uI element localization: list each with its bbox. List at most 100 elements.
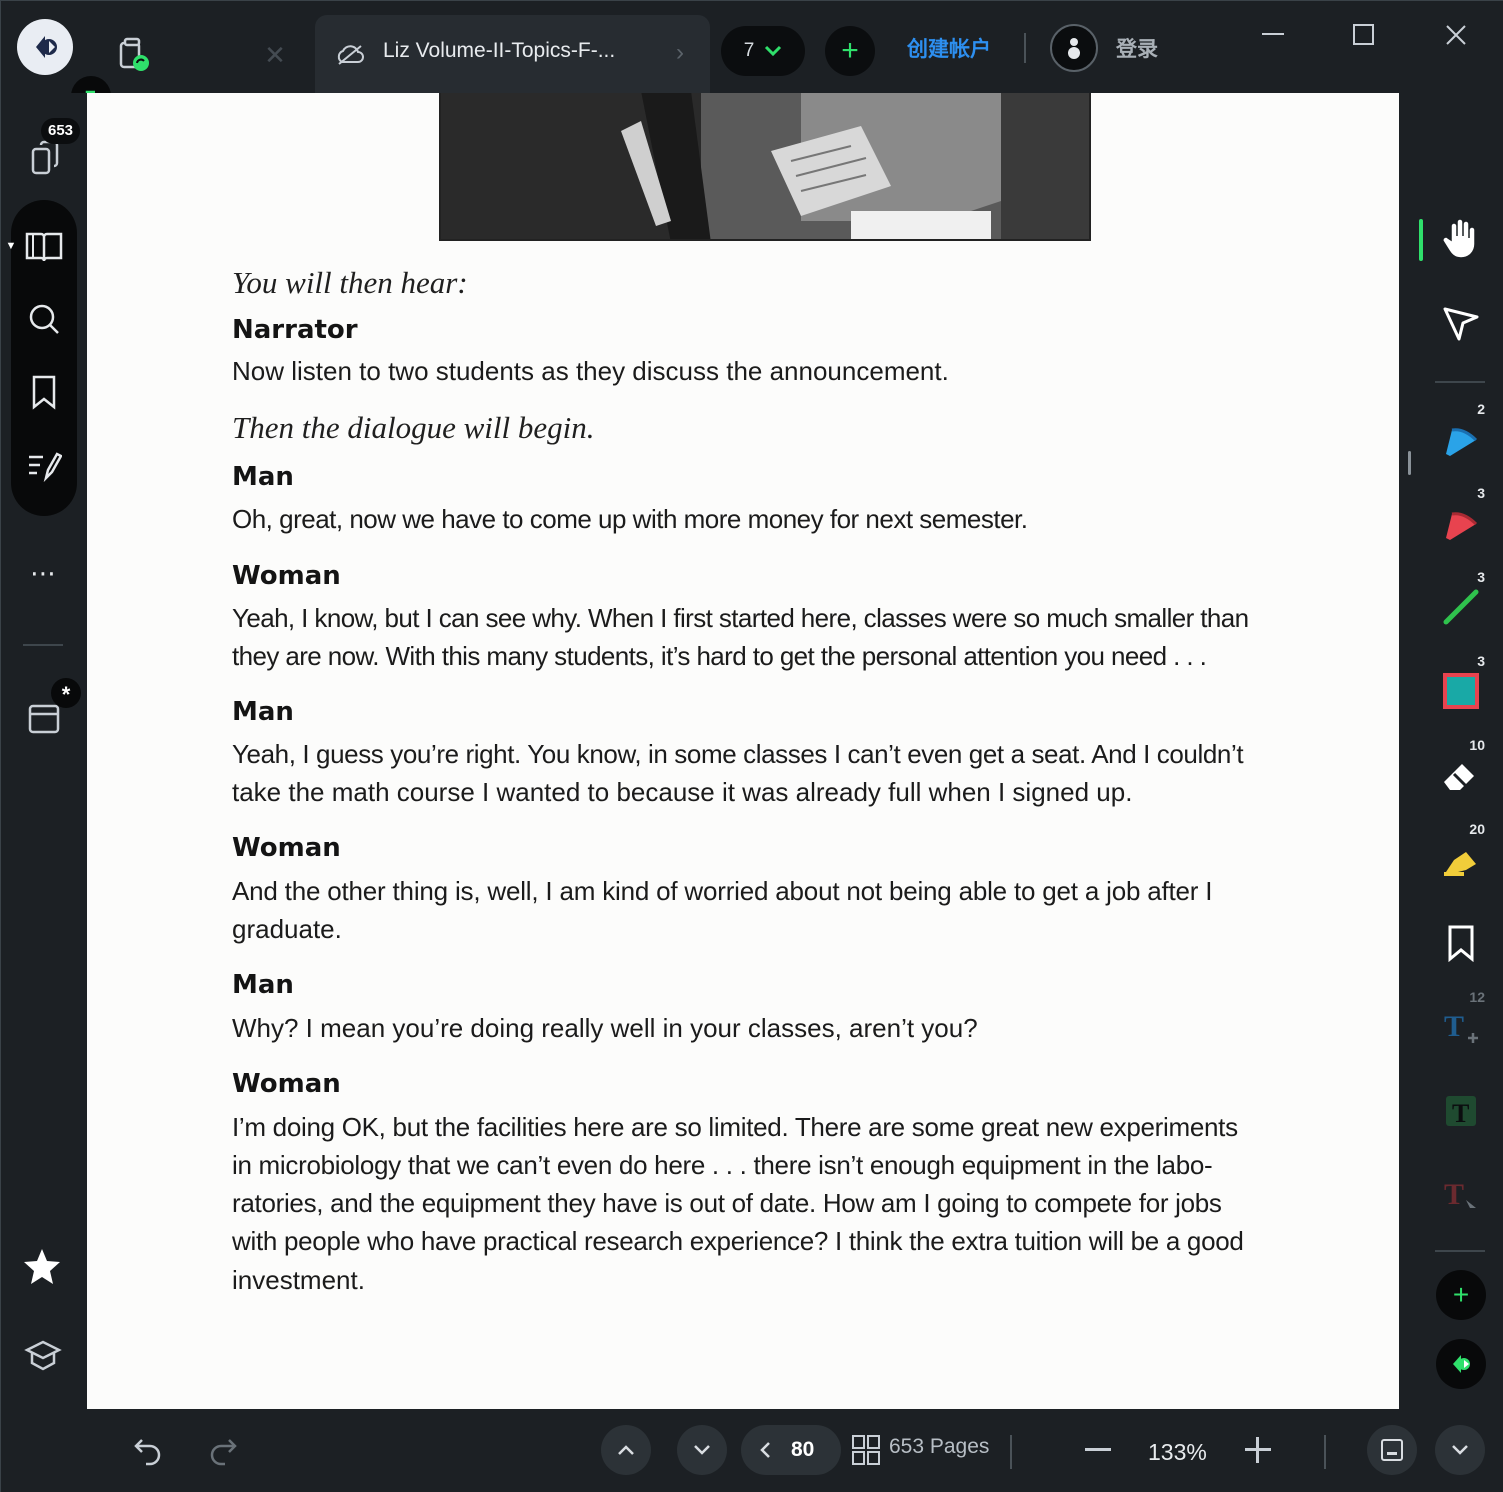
current-page: 80 [791,1438,815,1461]
scrollbar-track[interactable] [1399,93,1419,1409]
document-photo [439,93,1091,241]
login-link[interactable]: 登录 [1116,33,1158,63]
maximize-button[interactable] [1344,19,1384,51]
close-tab-icon[interactable]: ✕ [259,39,291,71]
speaker-label: Woman [232,833,341,863]
dialogue-line: And the other thing is, well, I am kind … [232,876,1213,906]
reader-icon[interactable] [21,223,67,269]
highlighter-tool[interactable]: 20 [1433,821,1489,887]
select-tool[interactable] [1433,295,1489,351]
more-options-button[interactable] [1435,1425,1485,1475]
dialogue-line: Now listen to two students as they discu… [232,356,949,386]
undo-icon[interactable] [126,1429,170,1473]
rectangle-tool[interactable]: 3 [1433,653,1489,719]
svg-text:T: T [1452,1099,1469,1128]
dialogue-line: take the math course I wanted to because… [232,777,1133,807]
speaker-label: Man [232,697,294,727]
line-tool[interactable]: 3 [1433,569,1489,635]
dialogue-line: Yeah, I guess you’re right. You know, in… [232,739,1244,769]
speaker-label: Man [232,970,294,1000]
add-text-tool[interactable]: T 12 [1433,989,1489,1055]
hand-icon [1442,218,1476,259]
total-pages-label: 653 Pages [889,1435,990,1458]
pen-tool-red[interactable]: 3 [1433,485,1489,551]
previous-page-button[interactable] [601,1425,651,1475]
dialogue-line: they are now. With this many students, i… [232,641,1207,671]
bookmark-tool[interactable] [1433,915,1489,971]
learning-cap-icon[interactable] [19,1333,67,1379]
scrollbar-thumb[interactable] [1408,451,1411,475]
toolbar-divider [1435,1250,1485,1252]
line-icon [1443,589,1479,625]
zoom-out-button[interactable] [1081,1433,1115,1467]
speaker-label: Man [232,462,294,492]
svg-text:T: T [1444,1178,1464,1211]
document-page[interactable]: You will then hear: Narrator Now listen … [87,93,1399,1409]
zoom-in-button[interactable] [1241,1433,1275,1467]
bookmark-icon [1448,925,1474,962]
view-mode-button[interactable] [1367,1425,1417,1475]
pen-tool-blue[interactable]: 2 [1433,401,1489,467]
dialogue-line: with people who have practical research … [232,1226,1244,1256]
textbox-icon: T [1446,1096,1476,1128]
minimize-icon [1262,33,1284,35]
tool-count: 3 [1477,569,1485,585]
page-grid-icon[interactable] [850,1433,882,1467]
tool-count: 20 [1469,821,1485,837]
svg-text:T: T [1444,1010,1464,1043]
more-icon[interactable]: ⋯ [21,553,67,593]
assistant-logo-icon [1436,1339,1486,1389]
tool-count: 2 [1477,401,1485,417]
zoom-level[interactable]: 133% [1148,1439,1207,1466]
tool-count: 3 [1477,653,1485,669]
bookmark-icon[interactable] [21,369,67,415]
intro-text: You will then hear: [232,265,468,300]
dialogue-line: graduate. [232,914,342,944]
dialogue-line: Why? I mean you’re doing really well in … [232,1013,978,1043]
tab-recent[interactable]: ✕ [91,15,311,93]
search-icon[interactable] [21,296,67,342]
next-page-button[interactable] [677,1425,727,1475]
app-logo[interactable] [17,19,73,75]
hand-tool[interactable] [1433,211,1489,267]
close-icon [1446,25,1466,45]
assistant-button[interactable] [1433,1336,1489,1392]
pen-blue-icon [1446,428,1478,456]
create-account-link[interactable]: 创建帐户 [907,33,991,63]
tool-count: 3 [1477,485,1485,501]
annotations-list-icon[interactable] [21,443,67,489]
text-style-tool[interactable]: T [1433,1167,1489,1223]
chevron-down-icon [765,45,782,57]
favorites-star-icon[interactable] [17,1243,67,1289]
page-count-badge: 653 [41,118,81,144]
tab-scroll-right-icon[interactable]: › [665,37,695,69]
tab-document[interactable]: Liz Volume-II-Topics-F-... › [315,15,710,93]
eraser-tool[interactable]: 10 [1433,737,1489,803]
textbox-tool[interactable]: T [1433,1083,1489,1139]
new-tab-button[interactable]: + [825,26,875,76]
chevron-down-icon [1452,1445,1468,1455]
page-number-input[interactable]: 80 [741,1425,841,1475]
plus-icon: + [841,34,859,67]
pen-red-icon [1446,512,1478,540]
toolbar-divider [1435,381,1485,383]
maximize-icon [1353,24,1374,45]
avatar[interactable] [1050,24,1098,72]
app-window: ✕ Liz Volume-II-Topics-F-... › 7 + 创建帐户 [0,0,1503,1492]
eraser-icon [1444,764,1474,790]
bottom-bar: 80 653 Pages 133% [1,1409,1503,1492]
chevron-up-icon [618,1445,634,1455]
user-icon [1068,38,1080,59]
titlebar-divider [1024,33,1026,63]
minimize-button[interactable] [1253,19,1293,51]
redo-icon[interactable] [201,1429,245,1473]
tab-count-dropdown[interactable]: 7 [721,26,805,76]
close-window-button[interactable] [1436,19,1476,51]
dialogue-line: investment. [232,1265,365,1295]
text-cursor-icon: T [1444,1178,1476,1211]
bottombar-divider [1324,1435,1326,1469]
collapse-arrow-icon[interactable]: ▼ [5,239,17,253]
chevron-left-icon [760,1442,770,1458]
add-tool-button[interactable]: + [1433,1267,1489,1323]
dialogue-line: ratories, and the equipment they have is… [232,1188,1222,1218]
